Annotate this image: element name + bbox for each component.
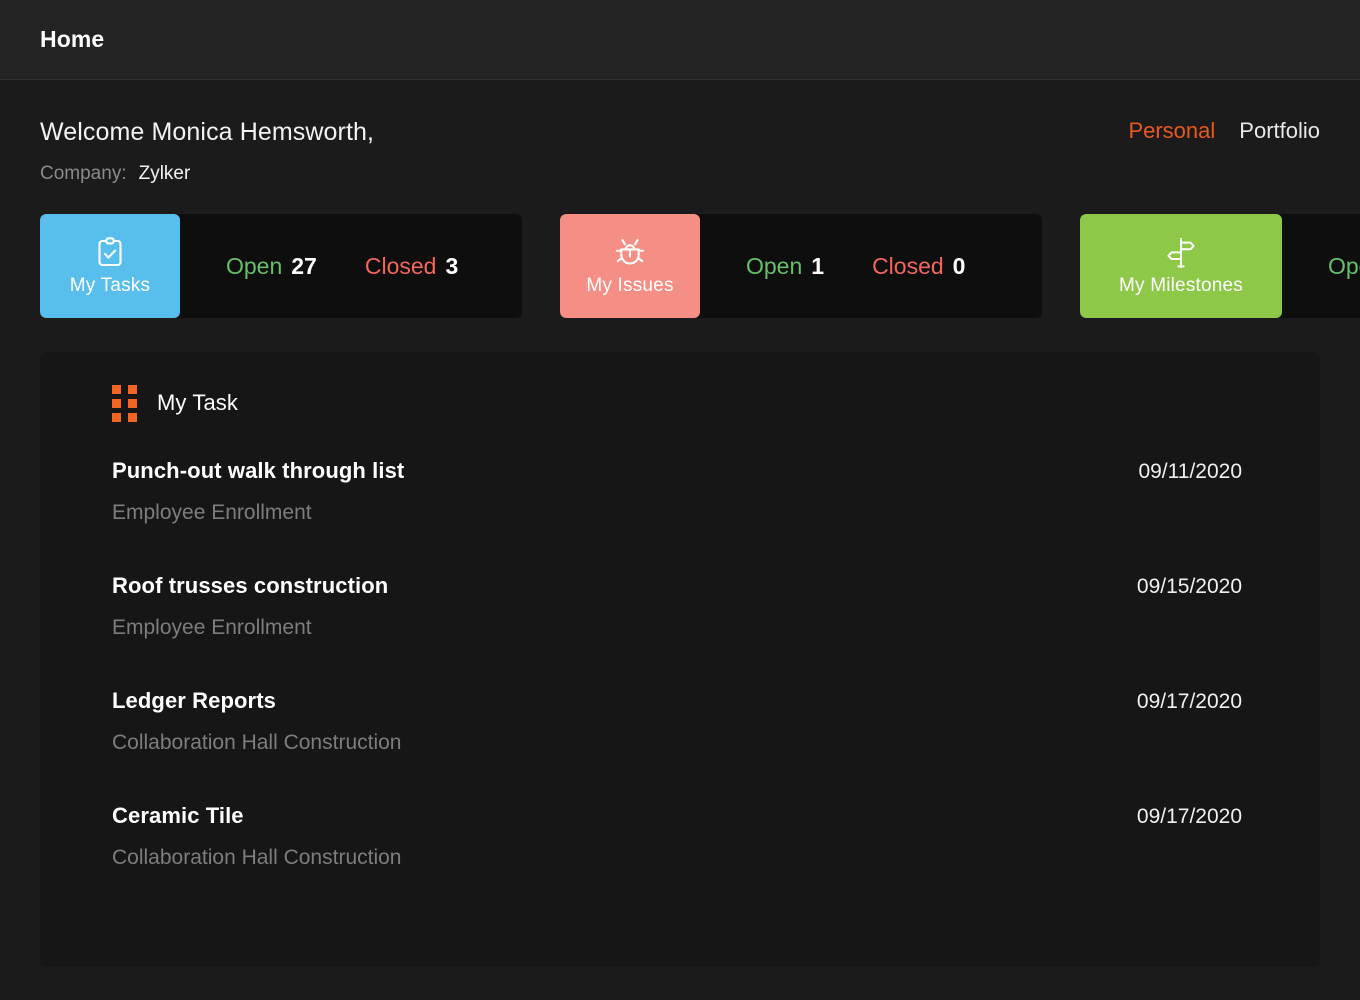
my-issues-stats: Open 1 Closed 0 <box>700 214 1042 318</box>
my-tasks-open: Open 27 <box>226 253 317 280</box>
my-tasks-closed-label: Closed <box>365 253 437 279</box>
view-switch-personal[interactable]: Personal <box>1128 118 1215 144</box>
my-issues-open: Open 1 <box>746 253 824 280</box>
stat-card-my-issues[interactable]: My Issues Open 1 Closed 0 <box>560 214 1042 318</box>
my-issues-label: My Issues <box>586 275 673 297</box>
table-row[interactable]: Roof trusses construction Employee Enrol… <box>74 573 1286 640</box>
stat-card-my-milestones[interactable]: My Milestones Open <box>1080 214 1360 318</box>
page-title: Home <box>40 26 104 53</box>
my-tasks-open-label: Open <box>226 253 282 279</box>
welcome-section: Welcome Monica Hemsworth, Company: Zylke… <box>0 80 1360 185</box>
my-milestones-badge[interactable]: My Milestones <box>1080 214 1282 318</box>
task-name[interactable]: Ledger Reports <box>112 688 401 714</box>
task-project: Employee Enrollment <box>112 616 388 640</box>
task-date: 09/11/2020 <box>1138 458 1242 484</box>
my-tasks-label: My Tasks <box>70 275 150 297</box>
signpost-icon <box>1163 235 1199 271</box>
my-tasks-badge[interactable]: My Tasks <box>40 214 180 318</box>
my-issues-open-value: 1 <box>811 253 824 279</box>
company-row: Company: Zylker <box>40 163 1320 185</box>
task-project: Employee Enrollment <box>112 501 404 525</box>
company-value: Zylker <box>139 163 191 185</box>
table-row[interactable]: Punch-out walk through list Employee Enr… <box>74 458 1286 525</box>
my-issues-closed-label: Closed <box>872 253 944 279</box>
task-name[interactable]: Punch-out walk through list <box>112 458 404 484</box>
top-bar: Home <box>0 0 1360 80</box>
my-milestones-label: My Milestones <box>1119 275 1243 297</box>
task-date: 09/17/2020 <box>1137 803 1242 829</box>
my-tasks-closed-value: 3 <box>445 253 458 279</box>
my-tasks-stats: Open 27 Closed 3 <box>180 214 522 318</box>
task-project: Collaboration Hall Construction <box>112 846 401 870</box>
task-date: 09/15/2020 <box>1137 573 1242 599</box>
my-milestones-open-label: Open <box>1328 253 1360 279</box>
task-info: Roof trusses construction Employee Enrol… <box>112 573 388 640</box>
task-info: Ledger Reports Collaboration Hall Constr… <box>112 688 401 755</box>
table-row[interactable]: Ledger Reports Collaboration Hall Constr… <box>74 688 1286 755</box>
my-task-panel-title: My Task <box>157 390 238 416</box>
my-issues-closed: Closed 0 <box>872 253 965 280</box>
table-row[interactable]: Ceramic Tile Collaboration Hall Construc… <box>74 803 1286 870</box>
task-info: Ceramic Tile Collaboration Hall Construc… <box>112 803 401 870</box>
my-issues-open-label: Open <box>746 253 802 279</box>
my-milestones-stats: Open <box>1282 214 1360 318</box>
view-switch-portfolio[interactable]: Portfolio <box>1239 118 1320 144</box>
task-name[interactable]: Roof trusses construction <box>112 573 388 599</box>
company-label: Company: <box>40 163 127 185</box>
my-issues-badge[interactable]: My Issues <box>560 214 700 318</box>
task-name[interactable]: Ceramic Tile <box>112 803 401 829</box>
stat-cards-row: My Tasks Open 27 Closed 3 <box>0 214 1360 318</box>
task-project: Collaboration Hall Construction <box>112 731 401 755</box>
task-info: Punch-out walk through list Employee Enr… <box>112 458 404 525</box>
clipboard-check-icon <box>92 235 128 271</box>
task-date: 09/17/2020 <box>1137 688 1242 714</box>
my-tasks-closed: Closed 3 <box>365 253 458 280</box>
my-task-panel: My Task Punch-out walk through list Empl… <box>40 352 1320 967</box>
my-task-panel-header: My Task <box>74 380 1286 426</box>
drag-handle-icon[interactable] <box>112 385 137 422</box>
my-milestones-open: Open <box>1328 253 1360 280</box>
task-list: Punch-out walk through list Employee Enr… <box>74 458 1286 870</box>
bug-icon <box>612 235 648 271</box>
view-switch: Personal Portfolio <box>1128 118 1320 144</box>
my-tasks-open-value: 27 <box>291 253 317 279</box>
my-issues-closed-value: 0 <box>953 253 966 279</box>
stat-card-my-tasks[interactable]: My Tasks Open 27 Closed 3 <box>40 214 522 318</box>
